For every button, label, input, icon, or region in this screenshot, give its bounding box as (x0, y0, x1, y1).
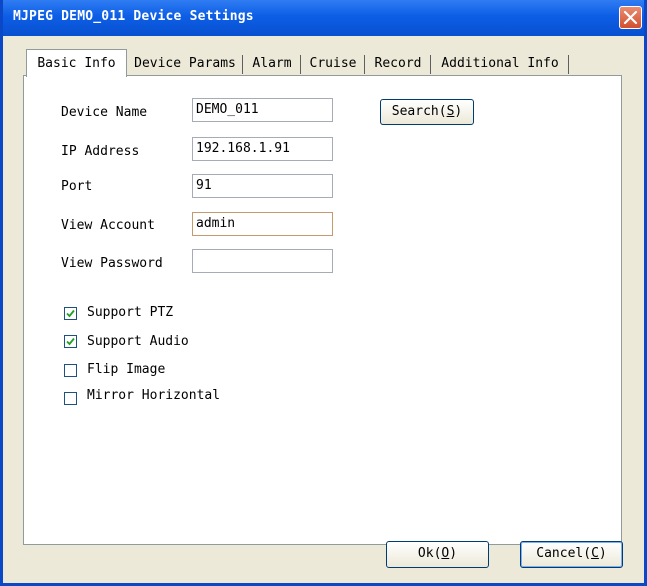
mirror-horizontal-label: Mirror Horizontal (87, 388, 221, 403)
close-icon (623, 10, 638, 25)
tab-additional-info[interactable]: Additional Info (431, 52, 569, 76)
flip-image-checkbox[interactable] (64, 364, 77, 377)
tab-label: Record (374, 56, 422, 71)
ok-button-label: Ok (417, 546, 434, 561)
tab-device-params[interactable]: Device Params (127, 52, 243, 76)
tab-label: Device Params (134, 56, 236, 71)
check-icon (66, 337, 75, 346)
support-ptz-checkbox[interactable] (64, 307, 77, 320)
tab-cruise[interactable]: Cruise (301, 52, 365, 76)
port-label: Port (61, 179, 93, 194)
ip-address-field[interactable]: 192.168.1.91 (192, 137, 333, 161)
tab-separator (568, 55, 569, 74)
device-settings-dialog: MJPEG DEMO_011 Device Settings Basic Inf… (0, 0, 647, 586)
cancel-button[interactable]: Cancel(C) (520, 541, 623, 568)
search-button[interactable]: Search(S) (380, 99, 474, 125)
tab-label: Additional Info (441, 56, 559, 71)
ip-address-label: IP Address (61, 144, 140, 159)
tab-label: Alarm (252, 56, 292, 71)
mirror-horizontal-checkbox[interactable] (64, 392, 77, 405)
device-name-label: Device Name (61, 105, 148, 120)
tab-record[interactable]: Record (365, 52, 431, 76)
device-name-field[interactable]: DEMO_011 (192, 98, 333, 122)
cancel-button-mnemonic: C (591, 546, 599, 561)
tab-basic-info[interactable]: Basic Info (26, 49, 127, 77)
tab-label: Cruise (309, 56, 357, 71)
support-audio-label: Support Audio (87, 334, 189, 349)
title-bar[interactable]: MJPEG DEMO_011 Device Settings (3, 0, 644, 36)
search-button-label: Search (391, 104, 439, 119)
view-password-label: View Password (61, 256, 163, 271)
view-account-label: View Account (61, 218, 155, 233)
ok-button-mnemonic: O (441, 546, 450, 561)
cancel-button-label: Cancel (536, 546, 584, 561)
check-icon (66, 309, 75, 318)
ok-button[interactable]: Ok(O) (386, 541, 489, 568)
search-button-mnemonic: S (446, 104, 455, 119)
view-password-field[interactable] (192, 249, 333, 273)
support-audio-checkbox[interactable] (64, 335, 77, 348)
tab-label: Basic Info (37, 56, 116, 71)
tab-alarm[interactable]: Alarm (243, 52, 301, 76)
close-button[interactable] (619, 6, 642, 29)
support-ptz-label: Support PTZ (87, 305, 174, 320)
view-account-field[interactable]: admin (192, 212, 333, 236)
port-field[interactable]: 91 (192, 174, 333, 198)
window-title: MJPEG DEMO_011 Device Settings (13, 9, 254, 24)
flip-image-label: Flip Image (87, 362, 166, 377)
